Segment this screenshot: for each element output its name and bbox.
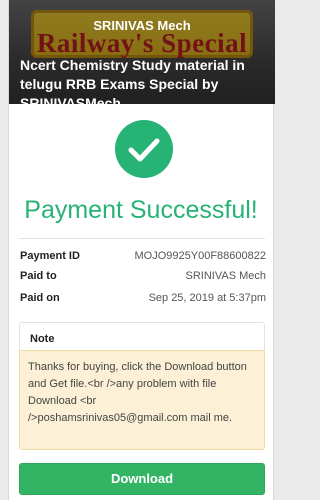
seller-name: SRINIVAS Mech xyxy=(93,18,191,33)
product-title: Ncert Chemistry Study material in telugu… xyxy=(20,57,245,104)
product-banner: Railway's Special SRINIVAS Mech Ncert Ch… xyxy=(9,0,275,104)
payment-id-value: MOJO9925Y00F88600822 xyxy=(134,250,266,262)
note-heading: Note xyxy=(30,333,55,345)
note-message: Thanks for buying, click the Download bu… xyxy=(19,350,265,450)
payment-id-label: Payment ID xyxy=(20,250,80,262)
success-check-icon xyxy=(115,120,173,178)
paid-on-label: Paid on xyxy=(20,292,60,304)
payment-id-row: Payment ID MOJO9925Y00F88600822 xyxy=(20,250,266,268)
paid-to-label: Paid to xyxy=(20,270,57,282)
paid-on-row: Paid on Sep 25, 2019 at 5:37pm xyxy=(20,292,266,310)
divider xyxy=(19,238,265,239)
download-button[interactable]: Download xyxy=(19,463,265,495)
page: Railway's Special SRINIVAS Mech Ncert Ch… xyxy=(0,0,282,500)
paid-to-value: SRINIVAS Mech xyxy=(185,270,267,282)
paid-to-row: Paid to SRINIVAS Mech xyxy=(20,270,266,288)
payment-card: Railway's Special SRINIVAS Mech Ncert Ch… xyxy=(8,0,275,500)
paid-on-value: Sep 25, 2019 at 5:37pm xyxy=(148,292,266,304)
success-title: Payment Successful! xyxy=(24,196,258,224)
note-panel: Note Thanks for buying, click the Downlo… xyxy=(19,322,265,450)
